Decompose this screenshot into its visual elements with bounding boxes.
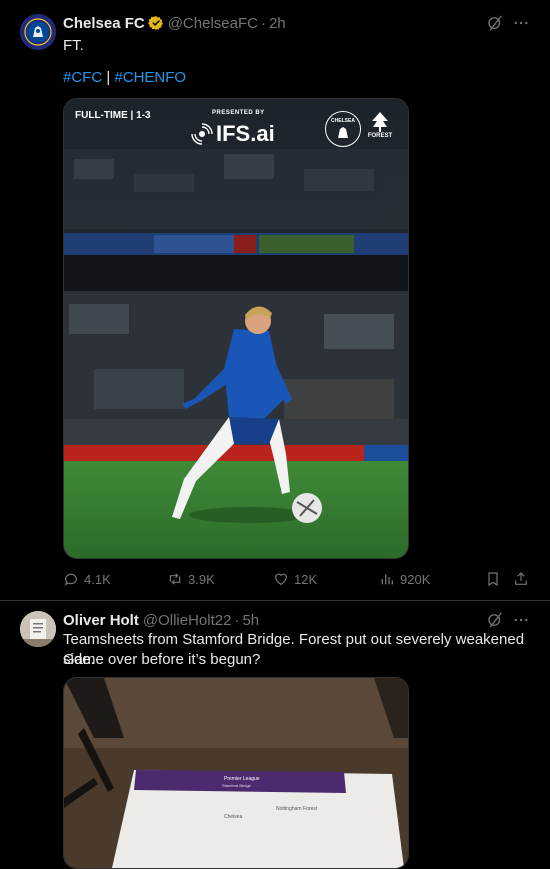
ifs-logo-icon — [191, 123, 213, 145]
avatar[interactable] — [20, 14, 56, 50]
action-bar: 4.1K 3.9K 12K 920K — [63, 571, 533, 591]
display-name[interactable]: Chelsea FC — [63, 15, 145, 32]
more-options-icon[interactable] — [512, 14, 530, 32]
tweet-media-image[interactable]: Premier League Stamford Bridge Chelsea N… — [63, 677, 409, 869]
like-button[interactable]: 12K — [273, 571, 317, 587]
chelsea-crest-badge: CHELSEA — [325, 111, 361, 147]
tree-icon — [372, 112, 388, 132]
sponsor-logo: IFS.ai — [191, 121, 275, 147]
tweet-hashtags: #CFC | #CHENFO — [63, 68, 186, 88]
grok-icon[interactable] — [486, 14, 504, 32]
away-team: Nottingham Forest — [276, 806, 318, 812]
user-handle[interactable]: @OllieHolt22 — [143, 612, 232, 629]
repost-count: 3.9K — [188, 571, 215, 587]
tweet-header: Chelsea FC @ChelseaFC · 2h — [63, 14, 286, 32]
sponsor-name: IFS.ai — [216, 121, 275, 146]
chelsea-crest-icon — [20, 14, 56, 50]
tweet-chelsea[interactable]: Chelsea FC @ChelseaFC · 2h FT. #CFC | #C… — [0, 0, 550, 600]
presented-by-label: PRESENTED BY — [212, 110, 265, 116]
verified-badge-icon[interactable] — [147, 15, 164, 31]
repost-button[interactable]: 3.9K — [167, 571, 215, 587]
view-count: 920K — [400, 571, 431, 587]
views-button[interactable]: 920K — [379, 571, 430, 587]
views-icon — [381, 574, 393, 585]
teamsheet-photo — [64, 678, 408, 868]
tweet-text: FT. — [63, 37, 84, 54]
tweet-oliver-holt[interactable]: Oliver Holt @OllieHolt22 · 5h Teamsheets… — [0, 601, 550, 869]
hashtag-separator: | — [106, 69, 111, 86]
score-label: FULL-TIME | 1-3 — [75, 110, 151, 121]
repost-icon — [169, 573, 181, 585]
timestamp[interactable]: 2h — [269, 15, 286, 32]
lion-icon — [338, 127, 348, 138]
heart-icon — [275, 573, 287, 586]
separator-dot: · — [234, 611, 240, 629]
reply-button[interactable]: 4.1K — [63, 571, 111, 587]
share-icon — [515, 572, 527, 585]
grok-icon[interactable] — [486, 611, 504, 629]
separator-dot: · — [260, 14, 266, 32]
match-photo — [64, 99, 408, 558]
tweet-header: Oliver Holt @OllieHolt22 · 5h — [63, 611, 259, 629]
bookmark-icon — [488, 572, 498, 587]
tweet-text-line-2: Game over before it’s begun? — [63, 651, 261, 668]
user-handle[interactable]: @ChelseaFC — [168, 15, 258, 32]
hashtag-cfc[interactable]: #CFC — [63, 69, 102, 86]
bookmark-button[interactable] — [485, 571, 506, 587]
tweet-media-image[interactable]: FULL-TIME | 1-3 PRESENTED BY IFS.ai CHEL… — [63, 98, 409, 559]
forest-crest-badge: FOREST — [367, 111, 393, 147]
like-count: 12K — [294, 571, 318, 587]
reply-icon — [64, 573, 77, 586]
forest-text: FOREST — [367, 133, 393, 139]
display-name[interactable]: Oliver Holt — [63, 612, 139, 629]
home-team: Chelsea — [224, 814, 243, 820]
avatar[interactable] — [20, 611, 56, 647]
sheet-league: Premier League — [224, 776, 260, 782]
reply-count: 4.1K — [84, 571, 111, 587]
share-button[interactable] — [513, 571, 534, 587]
profile-photo — [20, 611, 56, 647]
timestamp[interactable]: 5h — [242, 612, 259, 629]
hashtag-chenfo[interactable]: #CHENFO — [114, 69, 186, 86]
more-options-icon[interactable] — [512, 611, 530, 629]
sheet-venue: Stamford Bridge — [222, 783, 251, 788]
